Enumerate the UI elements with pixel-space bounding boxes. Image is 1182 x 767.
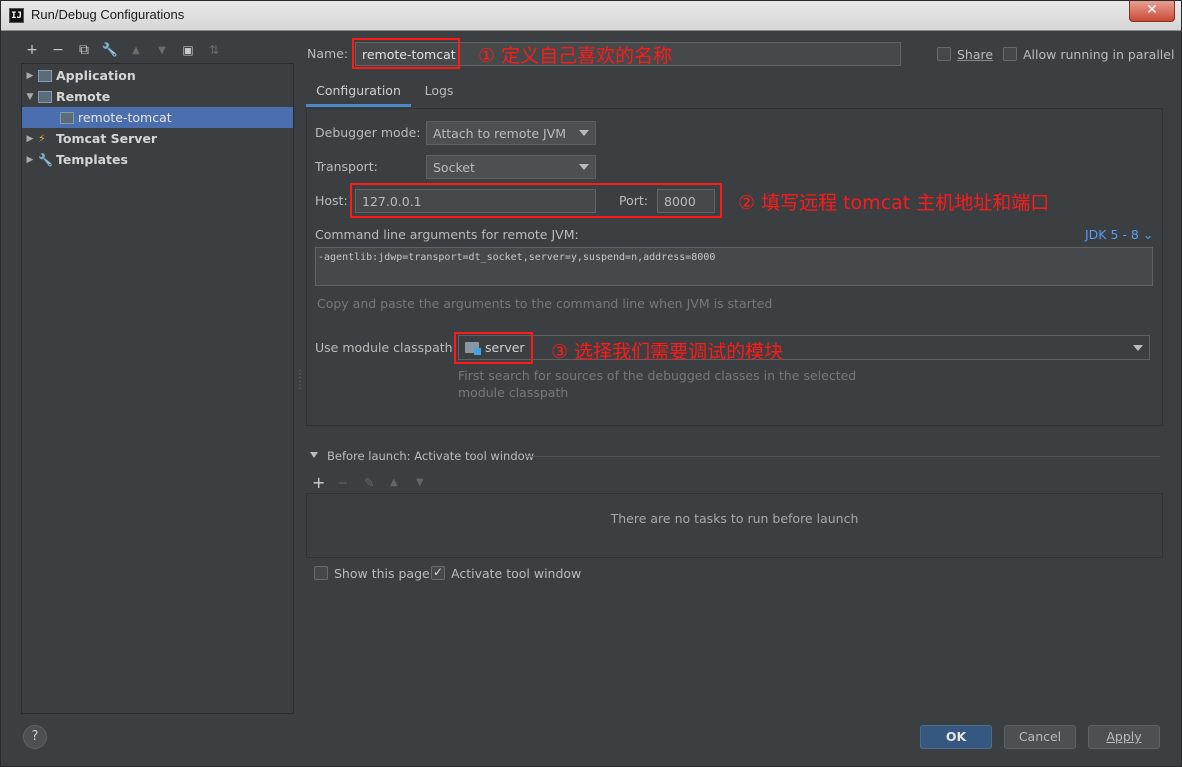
remove-task-icon[interactable]: − <box>338 475 352 490</box>
host-label: Host: <box>315 193 348 208</box>
before-launch-toolbar: + − ✎ ▲ ▼ <box>312 473 430 492</box>
cmd-args-label: Command line arguments for remote JVM: <box>315 227 579 242</box>
module-classpath-label: Use module classpath: <box>315 340 457 355</box>
collapse-arrow-icon[interactable] <box>310 452 318 458</box>
parallel-checkbox[interactable] <box>1003 47 1017 61</box>
tree-item-remote-tomcat[interactable]: remote-tomcat <box>22 107 293 128</box>
debugger-mode-value: Attach to remote JVM <box>433 125 567 141</box>
jdk-version-link[interactable]: JDK 5 - 8 ⌄ <box>1085 227 1153 242</box>
tree-item-label: Templates <box>56 152 128 167</box>
transport-select[interactable]: Socket <box>426 155 596 179</box>
tree-item-remote[interactable]: ▼ Remote <box>22 86 293 107</box>
edit-task-icon[interactable]: ✎ <box>364 475 378 490</box>
cmd-args-hint: Copy and paste the arguments to the comm… <box>317 296 773 311</box>
add-task-icon[interactable]: + <box>312 473 326 492</box>
tab-configuration[interactable]: Configuration <box>306 77 411 107</box>
annotation-box-1 <box>352 38 460 69</box>
cancel-button[interactable]: Cancel <box>1004 725 1076 749</box>
run-debug-dialog: IJ Run/Debug Configurations ✕ + − ⧉ 🔧 ▲ … <box>0 0 1182 767</box>
annotation-text-2: ② 填写远程 tomcat 主机地址和端口 <box>738 192 1050 214</box>
expand-arrow-icon[interactable]: ▶ <box>22 71 38 81</box>
chevron-down-icon <box>579 164 589 170</box>
tree-item-tomcat-server[interactable]: ▶ ⚡ Tomcat Server <box>22 128 293 149</box>
show-page-checkbox[interactable] <box>314 566 328 580</box>
title-bar: IJ Run/Debug Configurations ✕ <box>1 1 1181 31</box>
config-tree: ▶ Application ▼ Remote remote-tomcat ▶ ⚡… <box>21 63 294 714</box>
remote-config-icon <box>60 111 74 124</box>
module-hint-line2: module classpath <box>458 385 569 400</box>
share-label: Share <box>957 47 994 62</box>
debugger-mode-select[interactable]: Attach to remote JVM <box>426 121 596 145</box>
debugger-mode-label: Debugger mode: <box>315 125 421 140</box>
tree-item-templates[interactable]: ▶ 🔧 Templates <box>22 149 293 170</box>
expand-arrow-icon[interactable]: ▶ <box>22 134 38 144</box>
copy-config-icon[interactable]: ⧉ <box>75 41 93 59</box>
transport-label: Transport: <box>315 159 378 174</box>
cmd-args-value: -agentlib:jdwp=transport=dt_socket,serve… <box>318 252 716 263</box>
move-down-icon[interactable]: ▼ <box>416 477 430 488</box>
annotation-box-3 <box>454 332 533 364</box>
pane-splitter-handle[interactable]: ⋮ ⋮ <box>295 369 305 391</box>
expand-arrow-icon[interactable]: ▶ <box>22 155 38 165</box>
name-label: Name: <box>307 46 349 61</box>
empty-tasks-text: There are no tasks to run before launch <box>610 511 859 526</box>
sort-icon[interactable]: ⇅ <box>205 41 223 59</box>
tab-logs[interactable]: Logs <box>419 77 459 107</box>
tree-item-label: Remote <box>56 89 111 104</box>
tomcat-icon: ⚡ <box>38 131 46 145</box>
cmd-args-textarea[interactable]: -agentlib:jdwp=transport=dt_socket,serve… <box>315 247 1153 286</box>
tree-item-label: Tomcat Server <box>56 131 158 146</box>
add-config-icon[interactable]: + <box>23 41 41 59</box>
tree-item-label: remote-tomcat <box>78 110 172 125</box>
close-window-button[interactable]: ✕ <box>1129 1 1175 22</box>
annotation-text-1: ① 定义自己喜欢的名称 <box>478 45 673 67</box>
chevron-down-icon <box>579 130 589 136</box>
tree-item-application[interactable]: ▶ Application <box>22 65 293 86</box>
remote-icon <box>38 90 52 103</box>
before-launch-list: There are no tasks to run before launch <box>306 493 1163 558</box>
window-title: Run/Debug Configurations <box>31 7 185 22</box>
wrench-icon[interactable]: 🔧 <box>101 41 119 59</box>
activate-tool-window-checkbox[interactable] <box>431 565 445 580</box>
show-page-label: Show this page <box>334 566 430 581</box>
new-folder-icon[interactable]: ▣ <box>179 41 197 59</box>
move-up-icon[interactable]: ▲ <box>127 41 145 59</box>
activate-tool-window-label: Activate tool window <box>451 566 582 581</box>
application-icon <box>38 69 52 82</box>
help-button[interactable]: ? <box>23 725 47 749</box>
section-divider <box>524 456 1160 457</box>
config-toolbar: + − ⧉ 🔧 ▲ ▼ ▣ ⇅ <box>23 39 223 61</box>
remove-config-icon[interactable]: − <box>49 41 67 59</box>
chevron-down-icon <box>1133 344 1143 351</box>
collapse-arrow-icon[interactable]: ▼ <box>22 92 38 102</box>
module-hint-line1: First search for sources of the debugged… <box>458 368 857 383</box>
move-down-icon[interactable]: ▼ <box>153 41 171 59</box>
apply-button[interactable]: Apply <box>1088 725 1160 749</box>
intellij-app-icon: IJ <box>9 8 24 23</box>
ok-button[interactable]: OK <box>920 725 992 749</box>
parallel-label: Allow running in parallel <box>1023 47 1175 62</box>
share-checkbox[interactable] <box>937 47 951 61</box>
annotation-box-2 <box>350 183 722 218</box>
annotation-text-3: ③ 选择我们需要调试的模块 <box>551 341 784 363</box>
before-launch-title: Before launch: Activate tool window <box>327 449 535 463</box>
wrench-icon: 🔧 <box>38 152 53 167</box>
move-up-icon[interactable]: ▲ <box>390 477 404 488</box>
tree-item-label: Application <box>56 68 136 83</box>
transport-value: Socket <box>433 159 475 175</box>
